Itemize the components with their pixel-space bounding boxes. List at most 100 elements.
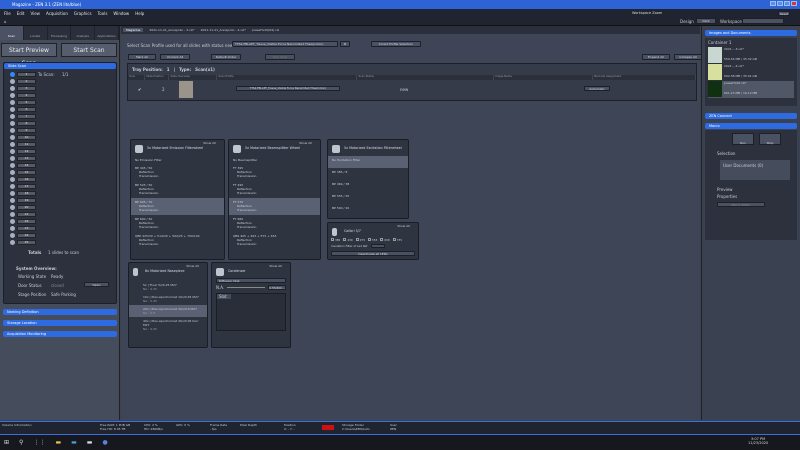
slot-row[interactable]: 6 [10, 106, 116, 113]
slot-button[interactable]: 25 [17, 240, 36, 245]
excitation-filter-item[interactable]: No Excitation Filter [328, 156, 408, 168]
document-item[interactable]: 2021....4.czi* 502.38 MB / 35.01 GB [708, 64, 794, 81]
unmark-all-button[interactable]: Unmark All [160, 54, 190, 60]
excitation-filter-item[interactable]: BP 469 / 38 [328, 180, 408, 192]
workspace-select[interactable] [742, 18, 784, 24]
slot-row[interactable]: 8 [10, 120, 116, 127]
menu-acquisition[interactable]: Acquisition [46, 11, 68, 16]
slot-button[interactable]: 5 [17, 100, 36, 105]
no-filter-item[interactable]: No Emission Filter [131, 156, 224, 164]
slot-button[interactable]: 1 [17, 72, 36, 77]
slot-row[interactable]: 4 [10, 92, 116, 99]
slot-button[interactable]: 6 [17, 107, 36, 112]
filter-item[interactable]: FT 395 Reflection Transmission [229, 164, 320, 181]
filter-item[interactable]: BP 445 / 50 Reflection Transmission [131, 164, 224, 181]
design-select[interactable]: Dark [696, 18, 716, 24]
filter-item[interactable]: FT 660 Reflection Transmission [229, 215, 320, 232]
deactivate-all-leds-button[interactable]: Deactivate all LEDs [331, 251, 415, 256]
slot-row[interactable]: 14 [10, 162, 116, 169]
slot-button[interactable]: 20 [17, 205, 36, 210]
scan-profile-select[interactable]: TTS2-FBLAPT_Tissue_Visible Force Nanomil… [232, 41, 338, 47]
filter-item[interactable]: BP 525 / 50 Reflection Transmission [131, 181, 224, 198]
tab-processing[interactable]: Processing [48, 26, 72, 40]
show-all-toggle[interactable]: Show All [397, 224, 410, 228]
document-item[interactable]: preset%20.czi* 601.23 MB / 19.12 MB [708, 81, 794, 98]
slot-button[interactable]: 23 [17, 226, 36, 231]
show-all-toggle[interactable]: Show All [203, 141, 216, 145]
app-icon[interactable]: ▬ [71, 439, 77, 446]
na-slider[interactable] [227, 287, 265, 288]
led-checkbox[interactable] [380, 238, 384, 241]
slot-button[interactable]: 21 [17, 212, 36, 217]
slot-button[interactable]: 22 [17, 219, 36, 224]
led-toggle[interactable]: 630 [380, 238, 390, 242]
minimize-button[interactable] [777, 1, 783, 6]
slot-row[interactable]: 7 [10, 113, 116, 120]
slot-row[interactable]: 12 [10, 148, 116, 155]
slide-overview-thumbnail[interactable] [179, 81, 193, 98]
slot-button[interactable]: 18 [17, 191, 36, 196]
menu-help[interactable]: Help [135, 11, 144, 16]
excitation-filter-item[interactable]: BP 385 / 8 [328, 168, 408, 180]
error-indicator[interactable] [322, 425, 334, 430]
start-icon[interactable]: ⊞ [4, 439, 9, 446]
na-input[interactable]: 0.55/DIC... [268, 285, 286, 290]
slot-row[interactable]: 15 [10, 169, 116, 176]
file-explorer-icon[interactable]: ▬ [55, 439, 61, 446]
condenser-mode-select[interactable]: Diffusion Disk [216, 278, 286, 283]
tab-scan[interactable]: Scan [0, 26, 24, 40]
slot-row[interactable]: 23 [10, 225, 116, 232]
no-filter-item[interactable]: No Beamsplitter [229, 156, 320, 164]
table-row[interactable]: ✔ 2 TTS2-FBLAPT_Tissue_Visible Force Nan… [128, 80, 696, 100]
menu-edit[interactable]: Edit [17, 11, 25, 16]
objective-item[interactable]: 5x | Fluar 5x/0.25 M27 NA : 0.25 [129, 281, 207, 293]
start-preview-scan-button[interactable]: Start Preview Scan [1, 43, 57, 67]
led-checkbox[interactable] [392, 238, 396, 241]
slide-scan-header[interactable]: Slide Scan [4, 63, 116, 69]
default-order-button[interactable]: Default Order [211, 54, 241, 60]
filter-item[interactable]: QBP 425/30 + 514/30 + 592/25 + 709/100 Re… [131, 232, 224, 249]
tab-locate[interactable]: Locate [24, 26, 48, 40]
run-macro-button[interactable]: Run [732, 133, 754, 145]
slot-button[interactable]: 8 [17, 121, 36, 126]
slot-row[interactable]: 5 [10, 99, 116, 106]
slot-button[interactable]: 9 [17, 128, 36, 133]
help-button[interactable] [770, 1, 776, 6]
document-item[interactable]: 2021....3.czi* 559.34 MB / 35.32 GB [708, 47, 794, 64]
objective-item[interactable]: 40x | Plan-Apochromat 40x/0.95 Korr M27 N… [129, 317, 207, 331]
macro-editor-button[interactable]: Macro Editor [717, 202, 765, 207]
slot-row[interactable]: 24 [10, 232, 116, 239]
show-all-toggle[interactable]: Show All [299, 141, 312, 145]
storage-folder[interactable]: Storage Folder C:\Users\ZEN\Auto [342, 423, 382, 433]
tray-header[interactable]: Tray Position: 1 | Type: Scan(x1) [128, 64, 696, 75]
slot-button[interactable]: 4 [17, 93, 36, 98]
excitation-filter-item[interactable]: BP 555 / 25 [328, 192, 408, 204]
document-tab[interactable]: 2021-11-21_Annapolio - 3.czi* [149, 28, 194, 32]
home-icon[interactable]: ⌂ [4, 19, 7, 24]
slot-row[interactable]: 16 [10, 176, 116, 183]
objective-item[interactable]: 20x | Plan-Apochromat 20x/0.8 M27 NA : 0.… [129, 305, 207, 317]
zen-icon[interactable]: ● [102, 439, 107, 446]
clock[interactable]: 3:07 PM 11/23/2020 [748, 437, 768, 445]
filter-item[interactable]: FT 495 Reflection Transmission [229, 181, 320, 198]
excitation-filter-item[interactable]: BP 590 / 20 [328, 204, 408, 216]
close-button[interactable] [791, 1, 797, 6]
images-documents-header[interactable]: Images and Documents [705, 30, 797, 36]
selection-label[interactable]: Selection [717, 151, 735, 156]
mark-all-button[interactable]: Mark All [128, 54, 156, 60]
slot-row[interactable]: 18 [10, 190, 116, 197]
menu-window[interactable]: Window [113, 11, 129, 16]
slot-row[interactable]: 19 [10, 197, 116, 204]
preview-toggle[interactable]: Preview [717, 187, 733, 192]
menu-graphics[interactable]: Graphics [74, 11, 92, 16]
scan-checkbox[interactable]: ✔ [138, 87, 141, 92]
slot-row[interactable]: 11 [10, 141, 116, 148]
properties-toggle[interactable]: Properties [717, 194, 737, 199]
volume-information[interactable]: Volume Information [2, 423, 92, 433]
slot-button[interactable]: 11 [17, 142, 36, 147]
document-tab[interactable]: 2021-11-21_Annapolio - 4.czi* [201, 28, 246, 32]
slot-row[interactable]: 3 [10, 85, 116, 92]
tab-applications[interactable]: Applications [95, 26, 119, 40]
slot-row[interactable]: 13 [10, 155, 116, 162]
slot-button[interactable]: 19 [17, 198, 36, 203]
